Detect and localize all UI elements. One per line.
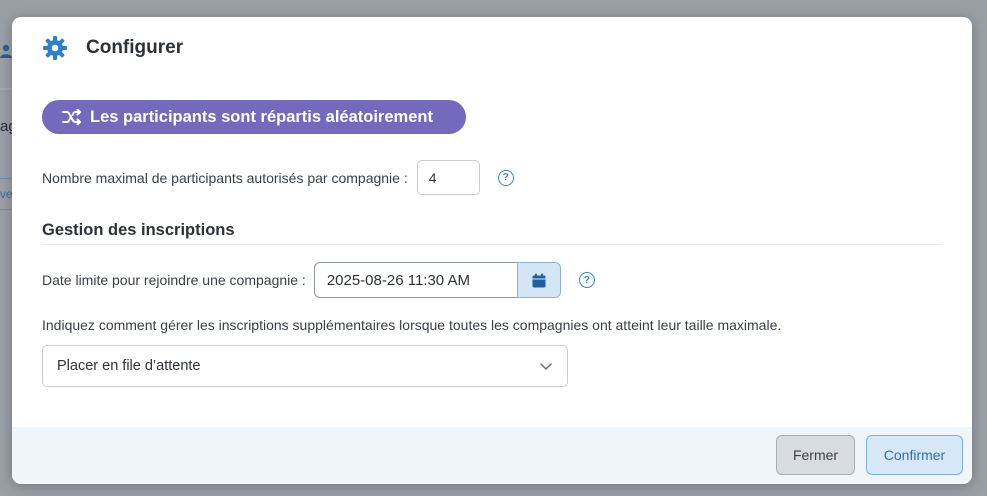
random-assignment-badge: Les participants sont répartis aléatoire… [42,100,466,134]
gear-icon [42,35,68,61]
calendar-button[interactable] [516,262,561,298]
dialog-footer: Fermer Confirmer [12,427,972,484]
shuffle-icon [62,109,82,125]
deadline-label: Date limite pour rejoindre une compagnie… [42,272,306,288]
chevron-down-icon [539,359,553,373]
background-text: ag [0,118,12,135]
dialog-title: Configurer [86,37,184,58]
section-divider [42,244,942,245]
overflow-select-value: Placer en file d’attente [57,358,201,374]
random-badge-label: Les participants sont répartis aléatoire… [90,107,433,126]
close-button[interactable]: Fermer [776,435,855,475]
deadline-row: Date limite pour rejoindre une compagnie… [42,262,595,298]
registration-section-title: Gestion des inscriptions [42,221,235,239]
max-participants-input[interactable] [416,160,480,195]
question-circle-icon[interactable]: ? [578,272,595,288]
calendar-icon [532,273,546,288]
max-participants-row: Nombre maximal de participants autorisés… [42,160,514,195]
configure-dialog: Configurer Les participants sont réparti… [12,17,972,484]
user-icon [0,44,12,60]
deadline-date-input[interactable] [313,262,517,298]
dialog-header: Configurer [12,17,972,79]
overflow-instruction: Indiquez comment gérer les inscriptions … [42,317,782,333]
max-participants-label: Nombre maximal de participants autorisés… [42,169,408,186]
question-circle-icon[interactable]: ? [497,169,514,186]
deadline-date-picker [313,262,561,298]
overflow-select[interactable]: Placer en file d’attente [42,345,568,387]
confirm-button[interactable]: Confirmer [866,435,963,475]
